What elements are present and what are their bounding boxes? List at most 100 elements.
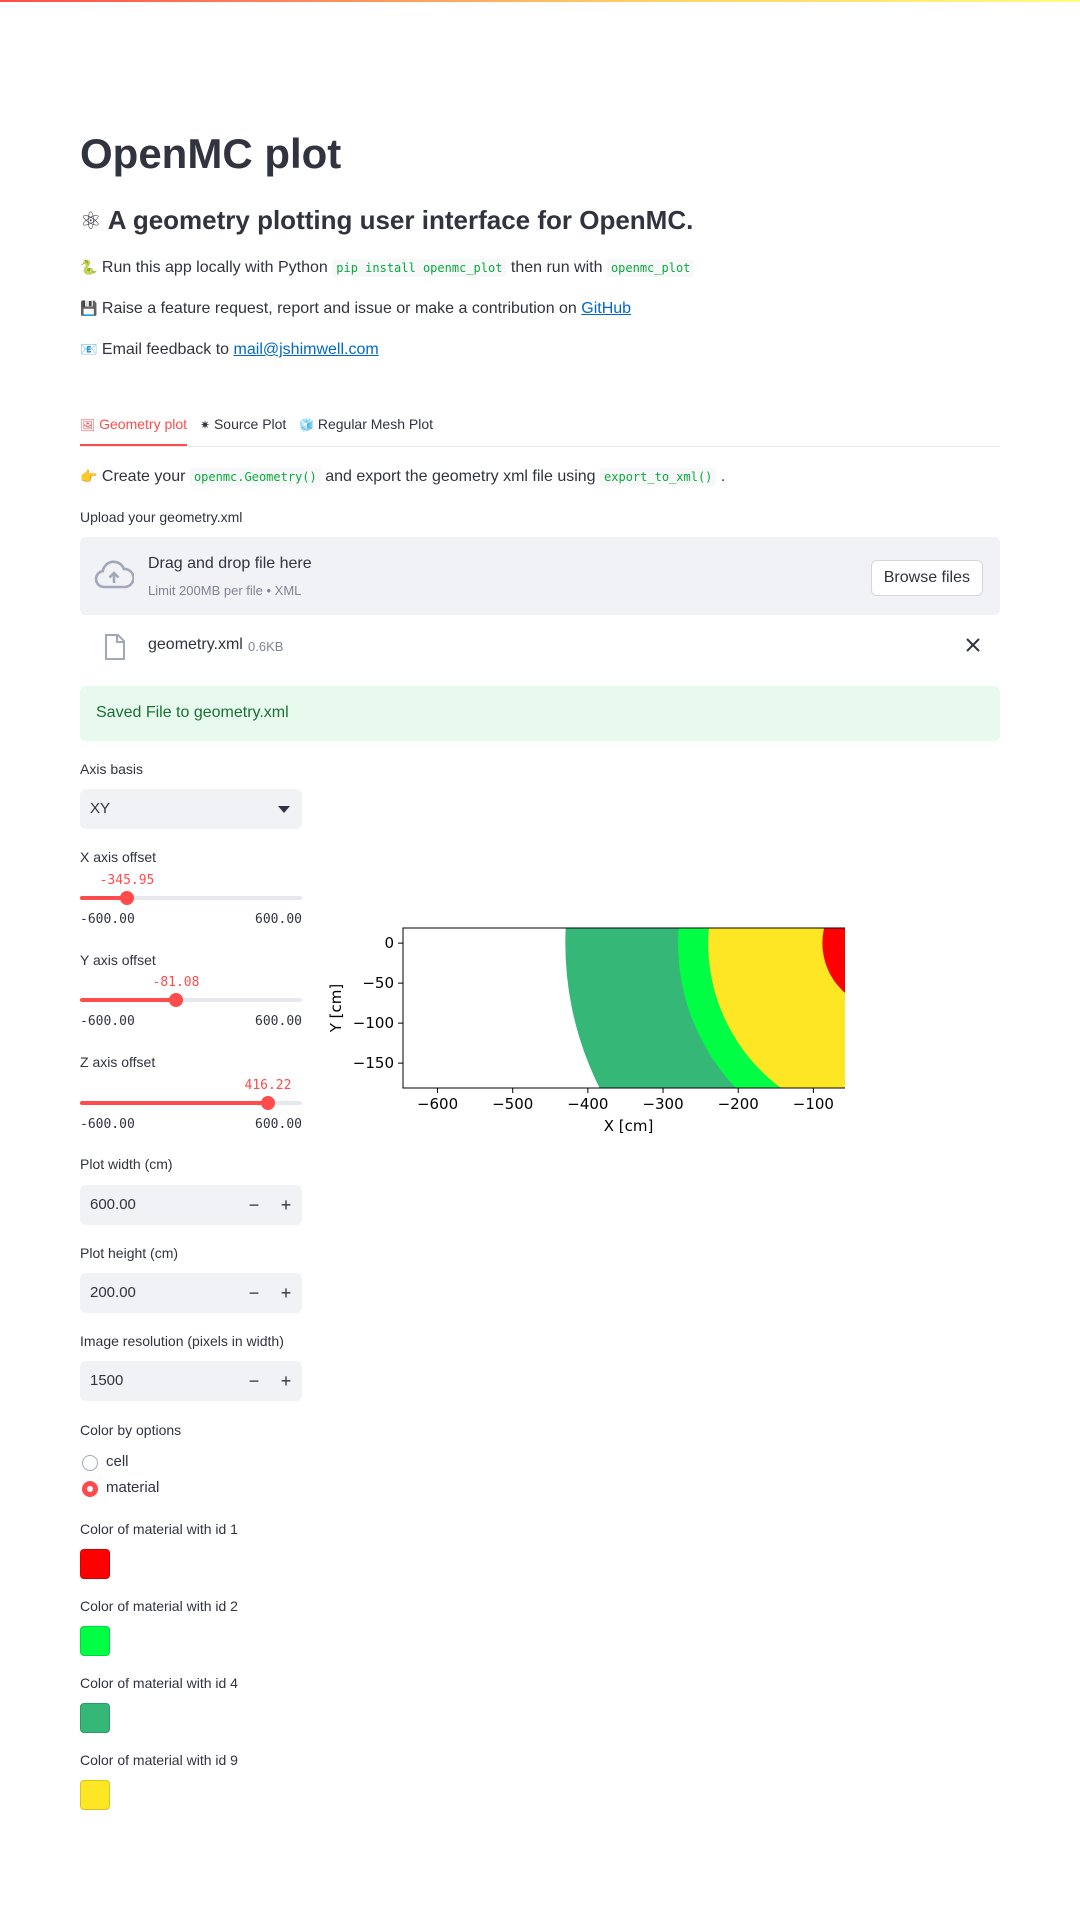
plot-height-value: 200.00	[90, 1284, 136, 1301]
y-offset-slider[interactable]	[80, 993, 302, 1007]
slider-thumb[interactable]	[260, 1096, 275, 1110]
file-name: geometry.xml	[148, 636, 243, 653]
y-offset-value: -81.08	[152, 975, 200, 990]
decrement-button[interactable]: −	[238, 1273, 270, 1313]
picture-icon: 🖼	[80, 418, 96, 432]
subtitle-text: A geometry plotting user interface for O…	[107, 205, 694, 235]
tab-label: Source Plot	[213, 416, 287, 432]
instruction-text-end: .	[720, 468, 726, 485]
sparkle-icon: ✷	[200, 418, 211, 432]
close-icon[interactable]	[966, 638, 980, 652]
run-code: openmc_plot	[606, 259, 695, 277]
geometry-plot-chart: −600 −500 −400 −300 −200 −100 0 −50 −100 −150 X [c…	[327, 927, 845, 1135]
drag-drop-text: Drag and drop file here	[148, 555, 312, 572]
tab-regular-mesh-plot[interactable]: 🧊 Regular Mesh Plot	[299, 416, 433, 444]
install-code: pip install openmc_plot	[332, 259, 507, 277]
resolution-value: 1500	[90, 1372, 124, 1389]
chevron-down-icon	[278, 806, 290, 813]
x-offset-slider[interactable]	[80, 891, 302, 905]
file-dropzone[interactable]: Drag and drop file here Limit 200MB per …	[80, 537, 1000, 615]
axis-basis-value: XY	[90, 800, 111, 817]
radio-button[interactable]	[82, 1455, 98, 1471]
browse-files-button[interactable]: Browse files	[870, 560, 983, 596]
resolution-label: Image resolution (pixels in width)	[80, 1333, 284, 1349]
success-message: Saved File to geometry.xml	[96, 704, 289, 721]
increment-button[interactable]: +	[270, 1185, 302, 1225]
material-1-color-picker[interactable]	[80, 1549, 110, 1579]
email-line: 📧 Email feedback to mail@jshimwell.com	[80, 341, 379, 359]
resolution-input[interactable]: 1500 − +	[80, 1361, 302, 1401]
uploaded-file-row: geometry.xml 0.6KB	[80, 624, 1000, 666]
y-offset-min: -600.00	[80, 1014, 135, 1029]
y-axis-label: Y [cm]	[327, 984, 345, 1034]
x-tick-label: −600	[417, 1095, 458, 1113]
success-alert: Saved File to geometry.xml	[80, 686, 1000, 741]
slider-thumb[interactable]	[168, 993, 183, 1007]
z-offset-value: 416.22	[244, 1078, 292, 1093]
y-offset-label: Y axis offset	[80, 952, 156, 968]
tab-geometry-plot[interactable]: 🖼 Geometry plot	[80, 416, 188, 446]
z-offset-label: Z axis offset	[80, 1054, 156, 1070]
upload-limit-text: Limit 200MB per file • XML	[148, 583, 302, 598]
email-link[interactable]: mail@jshimwell.com	[234, 341, 379, 358]
material-2-color-label: Color of material with id 2	[80, 1598, 238, 1614]
x-offset-max: 600.00	[255, 912, 302, 927]
x-tick-label: −400	[567, 1095, 608, 1113]
material-9-color-picker[interactable]	[80, 1780, 110, 1810]
snake-icon: 🐍	[80, 259, 98, 275]
plot-height-label: Plot height (cm)	[80, 1245, 179, 1261]
atom-icon: ⚛	[80, 208, 102, 235]
x-tick-label: −200	[718, 1095, 759, 1113]
email-text: Email feedback to	[101, 341, 230, 358]
x-tick-label: −500	[492, 1095, 533, 1113]
file-icon	[105, 634, 125, 660]
material-9-color-label: Color of material with id 9	[80, 1752, 238, 1768]
material-4-color-picker[interactable]	[80, 1703, 110, 1733]
axis-basis-select[interactable]: XY	[80, 789, 302, 829]
plot-width-value: 600.00	[90, 1196, 136, 1213]
geometry-code: openmc.Geometry()	[189, 468, 321, 486]
github-link[interactable]: GitHub	[581, 300, 631, 317]
pointing-hand-icon: 👉	[80, 468, 98, 484]
decrement-button[interactable]: −	[238, 1185, 270, 1225]
tab-label: Geometry plot	[99, 416, 188, 432]
increment-button[interactable]: +	[270, 1361, 302, 1401]
z-offset-max: 600.00	[255, 1117, 302, 1132]
file-size: 0.6KB	[248, 639, 284, 654]
radio-label: material	[106, 1479, 160, 1496]
radio-button[interactable]	[82, 1481, 98, 1497]
instruction-text: Create your	[101, 468, 186, 485]
uploader-label: Upload your geometry.xml	[80, 509, 243, 525]
increment-button[interactable]: +	[270, 1273, 302, 1313]
tab-source-plot[interactable]: ✷ Source Plot	[200, 416, 286, 444]
decrement-button[interactable]: −	[238, 1361, 270, 1401]
floppy-disk-icon: 💾	[80, 300, 98, 316]
run-locally-line: 🐍 Run this app locally with Python pip i…	[80, 259, 695, 277]
y-tick-label: −50	[362, 974, 394, 992]
run-text-middle: then run with	[510, 259, 603, 276]
x-offset-label: X axis offset	[80, 849, 157, 865]
x-axis-label: X [cm]	[604, 1117, 654, 1135]
z-offset-min: -600.00	[80, 1117, 135, 1132]
x-tick-label: −100	[793, 1095, 834, 1113]
axis-basis-label: Axis basis	[80, 761, 144, 777]
instruction-line: 👉 Create your openmc.Geometry() and expo…	[80, 468, 725, 486]
z-offset-slider[interactable]	[80, 1096, 302, 1110]
cloud-upload-icon	[94, 560, 134, 589]
slider-thumb[interactable]	[119, 891, 134, 905]
plot-height-input[interactable]: 200.00 − +	[80, 1273, 302, 1313]
plot-width-input[interactable]: 600.00 − +	[80, 1185, 302, 1225]
tab-bar: 🖼 Geometry plot ✷ Source Plot 🧊 Regular …	[80, 412, 1000, 447]
page-subtitle: ⚛ A geometry plotting user interface for…	[80, 205, 693, 236]
feature-request-line: 💾 Raise a feature request, report and is…	[80, 300, 631, 318]
feature-request-text: Raise a feature request, report and issu…	[101, 300, 577, 317]
slider-fill	[80, 998, 176, 1002]
color-by-label: Color by options	[80, 1422, 182, 1438]
y-offset-max: 600.00	[255, 1014, 302, 1029]
material-2-color-picker[interactable]	[80, 1626, 110, 1656]
instruction-text-middle: and export the geometry xml file using	[325, 468, 596, 485]
y-tick-label: 0	[384, 934, 394, 952]
material-4-color-label: Color of material with id 4	[80, 1675, 238, 1691]
material-1-color-label: Color of material with id 1	[80, 1521, 238, 1537]
x-tick-label: −300	[642, 1095, 683, 1113]
